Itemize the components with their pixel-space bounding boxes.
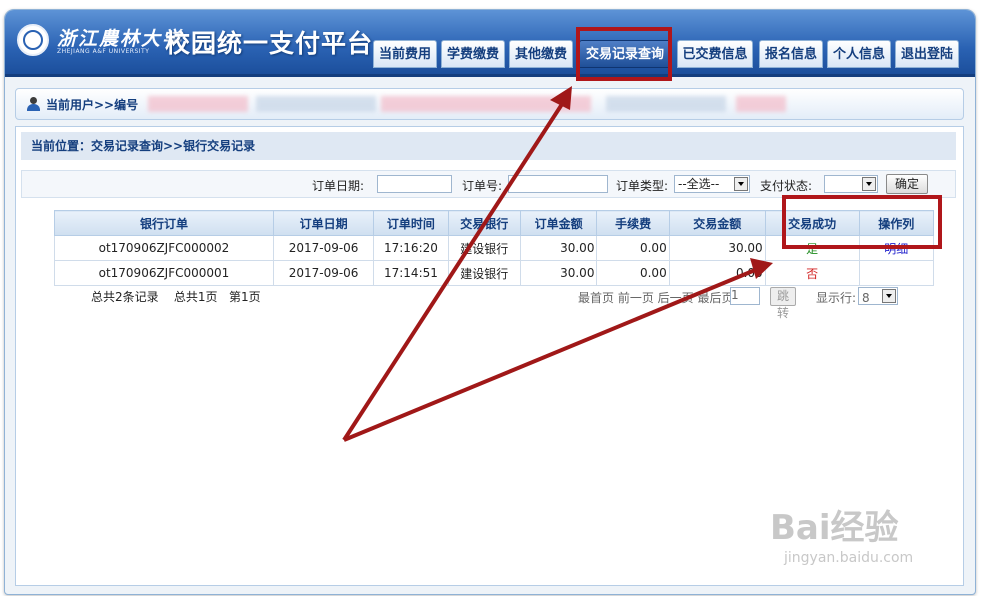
col-order-date: 订单日期 bbox=[272, 210, 375, 236]
redacted-user-id bbox=[148, 96, 248, 112]
col-actions: 操作列 bbox=[858, 210, 935, 236]
tab-other-payment[interactable]: 其他缴费 bbox=[509, 40, 573, 68]
col-trade-amount: 交易金额 bbox=[668, 210, 766, 236]
cell-action bbox=[858, 260, 935, 286]
baidu-watermark: Bai经验 jingyan.baidu.com bbox=[760, 500, 970, 570]
cell-order-date: 2017-09-06 bbox=[272, 260, 375, 286]
cell-order-date: 2017-09-06 bbox=[272, 235, 375, 261]
cell-fee: 0.00 bbox=[596, 235, 670, 261]
watermark-brand: Bai经验 bbox=[770, 508, 899, 548]
platform-title: 校园统一支付平台 bbox=[165, 29, 374, 58]
order-type-value: --全选-- bbox=[678, 177, 720, 191]
order-no-input[interactable] bbox=[508, 175, 608, 193]
cell-order-time: 17:14:51 bbox=[373, 260, 449, 286]
cell-success: 否 bbox=[764, 260, 860, 286]
col-order-time: 订单时间 bbox=[373, 210, 449, 236]
jump-button[interactable]: 跳转 bbox=[770, 287, 797, 320]
page-number-input[interactable]: 1 bbox=[730, 287, 760, 305]
tab-tuition-payment[interactable]: 学费缴费 bbox=[441, 40, 505, 68]
order-date-input[interactable] bbox=[377, 175, 452, 193]
school-emblem-icon bbox=[17, 24, 49, 56]
col-order-amount: 订单金额 bbox=[519, 210, 598, 236]
tab-transaction-records[interactable]: 交易记录查询 bbox=[579, 40, 671, 68]
confirm-button[interactable]: 确定 bbox=[886, 174, 929, 194]
redacted-user-extra bbox=[606, 96, 726, 112]
redacted-user-tail bbox=[736, 96, 786, 112]
user-bar: 当前用户>>编号 bbox=[15, 88, 964, 120]
col-bank-order: 银行订单 bbox=[54, 210, 274, 236]
tab-registration-info[interactable]: 报名信息 bbox=[759, 40, 823, 68]
col-fee: 手续费 bbox=[596, 210, 670, 236]
total-pages: 总共1页 bbox=[173, 290, 218, 304]
order-no-label: 订单号: bbox=[462, 179, 503, 193]
cell-fee: 0.00 bbox=[596, 260, 670, 286]
transaction-table: 银行订单 订单日期 订单时间 交易银行 订单金额 手续费 交易金额 交易成功 操… bbox=[54, 210, 935, 286]
table-row: ot170906ZJFC000002 2017-09-06 17:16:20 建… bbox=[54, 235, 935, 261]
rows-per-page-select[interactable]: 8 bbox=[858, 287, 898, 305]
tab-logout[interactable]: 退出登陆 bbox=[895, 40, 959, 68]
cell-trade-amount: 30.00 bbox=[668, 235, 766, 261]
total-records: 总共2条记录 bbox=[91, 290, 159, 304]
col-success: 交易成功 bbox=[764, 210, 860, 236]
chevron-down-icon bbox=[862, 177, 876, 191]
rows-per-page-label: 显示行: bbox=[816, 291, 857, 305]
cell-order-amount: 30.00 bbox=[519, 260, 598, 286]
pay-status-select[interactable] bbox=[824, 175, 878, 193]
order-type-select[interactable]: --全选-- bbox=[674, 175, 750, 193]
cell-bank-order: ot170906ZJFC000002 bbox=[54, 235, 274, 261]
current-page: 第1页 bbox=[229, 290, 261, 304]
cell-order-time: 17:16:20 bbox=[373, 235, 449, 261]
cell-success: 是 bbox=[764, 235, 860, 261]
detail-link[interactable]: 明细 bbox=[858, 235, 935, 261]
rows-per-page-value: 8 bbox=[862, 291, 870, 305]
tab-paid-info[interactable]: 已交费信息 bbox=[677, 40, 753, 68]
current-user-label: 当前用户>>编号 bbox=[46, 98, 139, 112]
school-name-en: ZHEJIANG A&F UNIVERSITY bbox=[57, 48, 150, 55]
cell-trade-bank: 建设银行 bbox=[447, 235, 521, 261]
cell-trade-amount: 0.00 bbox=[668, 260, 766, 286]
watermark-url: jingyan.baidu.com bbox=[784, 550, 914, 566]
cell-bank-order: ot170906ZJFC000001 bbox=[54, 260, 274, 286]
table-row: ot170906ZJFC000001 2017-09-06 17:14:51 建… bbox=[54, 260, 935, 286]
redacted-user-info bbox=[381, 96, 591, 112]
record-summary: 总共2条记录 总共1页 第1页 bbox=[91, 288, 261, 305]
tab-personal-info[interactable]: 个人信息 bbox=[827, 40, 891, 68]
pager-links[interactable]: 最首页 前一页 后一页 最后页 bbox=[578, 289, 733, 306]
header: 浙江農林大学 ZHEJIANG A&F UNIVERSITY 校园统一支付平台 … bbox=[5, 10, 975, 77]
col-trade-bank: 交易银行 bbox=[447, 210, 521, 236]
order-date-label: 订单日期: bbox=[312, 179, 365, 193]
table-header-row: 银行订单 订单日期 订单时间 交易银行 订单金额 手续费 交易金额 交易成功 操… bbox=[54, 210, 935, 236]
chevron-down-icon bbox=[734, 177, 748, 191]
filter-bar: 订单日期: 订单号: 订单类型: --全选-- 支付状态: 确定 bbox=[21, 170, 956, 198]
order-type-label: 订单类型: bbox=[616, 179, 669, 193]
redacted-user-name bbox=[256, 96, 376, 112]
pay-status-label: 支付状态: bbox=[760, 179, 813, 193]
user-icon bbox=[26, 97, 40, 111]
cell-trade-bank: 建设银行 bbox=[447, 260, 521, 286]
tab-current-fees[interactable]: 当前费用 bbox=[373, 40, 437, 68]
chevron-down-icon bbox=[882, 289, 896, 303]
cell-order-amount: 30.00 bbox=[519, 235, 598, 261]
breadcrumb: 当前位置：交易记录查询>>银行交易记录 bbox=[21, 132, 956, 160]
